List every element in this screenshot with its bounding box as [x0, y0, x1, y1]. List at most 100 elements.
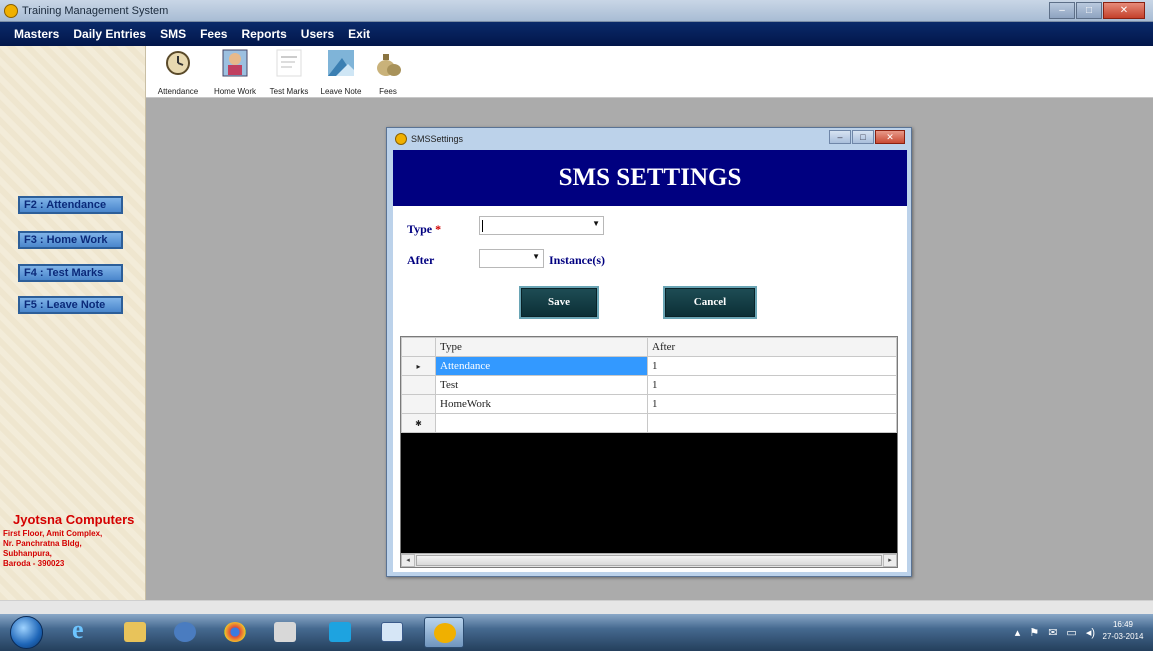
sms-settings-grid[interactable]: Type After ▸ Attendance 1 Test 1 HomeWor… — [400, 336, 898, 568]
action-center-icon[interactable]: ⚑ — [1029, 626, 1039, 639]
maximize-button[interactable]: □ — [1076, 2, 1102, 19]
toolbar: Attendance Home Work Test Marks Leave No… — [146, 46, 1153, 98]
notification-icon[interactable]: ✉ — [1048, 626, 1057, 639]
toolbar-home-work-button[interactable]: Home Work — [208, 48, 262, 96]
table-row[interactable]: Test 1 — [401, 375, 897, 395]
row-header — [401, 375, 436, 395]
type-label: Type * — [407, 222, 442, 236]
text-caret — [482, 220, 483, 232]
cell-type[interactable]: HomeWork — [435, 394, 648, 414]
shortcut-attendance[interactable]: F2 : Attendance — [18, 196, 123, 214]
menu-sms[interactable]: SMS — [160, 27, 186, 41]
cell-after[interactable]: 1 — [647, 394, 897, 414]
column-header-type[interactable]: Type — [435, 337, 648, 357]
clock-time: 16:49 — [1112, 620, 1134, 629]
dialog-close-button[interactable]: ✕ — [875, 130, 905, 144]
media-player-icon[interactable] — [165, 617, 205, 648]
row-header-corner — [401, 337, 436, 357]
sms-settings-dialog: SMSSettings – □ ✕ SMS SETTINGS Type * ▼ A… — [386, 127, 912, 577]
cell-type[interactable] — [435, 413, 648, 433]
dialog-body: SMS SETTINGS Type * ▼ After ▼ Instance(s)… — [393, 150, 907, 572]
dialog-maximize-button[interactable]: □ — [852, 130, 874, 144]
scrollbar-thumb[interactable] — [416, 555, 882, 566]
column-header-after[interactable]: After — [647, 337, 897, 357]
paint-icon[interactable] — [265, 617, 305, 648]
dialog-title-bar: SMSSettings – □ ✕ — [387, 128, 911, 150]
clock[interactable]: 16:49 27-03-2014 — [1101, 619, 1145, 643]
scroll-right-icon[interactable]: ▸ — [883, 554, 897, 567]
chrome-icon[interactable] — [215, 617, 255, 648]
dialog-window-controls: – □ ✕ — [828, 130, 905, 144]
start-button[interactable] — [10, 616, 43, 649]
training-app-icon[interactable] — [424, 617, 464, 648]
company-name: Jyotsna Computers — [13, 512, 135, 527]
menu-bar: Masters Daily Entries SMS Fees Reports U… — [0, 22, 1153, 46]
cell-after[interactable] — [647, 413, 897, 433]
dialog-minimize-button[interactable]: – — [829, 130, 851, 144]
app-title-bar: Training Management System – □ ✕ — [0, 0, 1153, 22]
notepad-icon[interactable] — [372, 617, 412, 648]
chevron-down-icon: ▼ — [532, 252, 540, 261]
window-controls: – □ ✕ — [1048, 2, 1145, 19]
table-row[interactable]: ▸ Attendance 1 — [401, 356, 897, 376]
save-button[interactable]: Save — [519, 286, 599, 319]
row-header — [401, 394, 436, 414]
cancel-button[interactable]: Cancel — [663, 286, 757, 319]
status-strip — [0, 600, 1153, 614]
internet-explorer-icon[interactable]: e — [62, 615, 102, 648]
toolbar-fees-button[interactable]: Fees — [368, 48, 408, 96]
company-address-line: First Floor, Amit Complex, — [3, 529, 103, 538]
menu-masters[interactable]: Masters — [14, 27, 59, 41]
money-bag-icon — [377, 54, 401, 76]
table-row[interactable]: HomeWork 1 — [401, 394, 897, 414]
type-combobox[interactable]: ▼ — [479, 216, 604, 235]
heading-banner: SMS SETTINGS — [393, 150, 907, 206]
network-icon[interactable]: ▭ — [1066, 626, 1076, 639]
clock-icon — [166, 51, 190, 75]
show-hidden-icons-icon[interactable]: ▴ — [1015, 626, 1021, 639]
company-address-line: Subhanpura, — [3, 549, 52, 558]
horizontal-scrollbar[interactable]: ◂ ▸ — [401, 553, 897, 567]
menu-daily-entries[interactable]: Daily Entries — [73, 27, 146, 41]
after-label: After — [407, 253, 435, 267]
note-icon — [328, 50, 354, 76]
toolbar-test-marks-button[interactable]: Test Marks — [264, 48, 314, 96]
file-explorer-icon[interactable] — [115, 617, 155, 648]
shortcut-home-work[interactable]: F3 : Home Work — [18, 231, 123, 249]
new-row[interactable]: ✱ — [401, 413, 897, 433]
app-title: Training Management System — [22, 5, 169, 17]
toolbar-attendance-button[interactable]: Attendance — [150, 48, 206, 96]
app-icon — [4, 4, 18, 18]
scroll-left-icon[interactable]: ◂ — [401, 554, 415, 567]
volume-icon[interactable]: ◂) — [1086, 626, 1095, 639]
system-tray: ▴ ⚑ ✉ ▭ ◂) — [1006, 626, 1095, 639]
cell-after[interactable]: 1 — [647, 356, 897, 376]
after-combobox[interactable]: ▼ — [479, 249, 544, 268]
company-address-line: Baroda - 390023 — [3, 559, 65, 568]
menu-users[interactable]: Users — [301, 27, 334, 41]
menu-fees[interactable]: Fees — [200, 27, 227, 41]
cell-type[interactable]: Attendance — [435, 356, 648, 376]
cell-after[interactable]: 1 — [647, 375, 897, 395]
left-panel: F2 : Attendance F3 : Home Work F4 : Test… — [0, 46, 146, 600]
chevron-down-icon: ▼ — [592, 219, 600, 228]
clock-date: 27-03-2014 — [1102, 632, 1144, 641]
taskbar: e ▴ ⚑ ✉ ▭ ◂) 16:49 27-03-2014 — [0, 614, 1153, 651]
shortcut-test-marks[interactable]: F4 : Test Marks — [18, 264, 123, 282]
menu-reports[interactable]: Reports — [241, 27, 286, 41]
company-address-line: Nr. Panchratna Bldg, — [3, 539, 82, 548]
shortcut-leave-note[interactable]: F5 : Leave Note — [18, 296, 123, 314]
current-row-indicator: ▸ — [401, 356, 436, 376]
grid-header-row: Type After — [401, 337, 897, 357]
skype-icon[interactable] — [320, 617, 360, 648]
toolbar-leave-note-button[interactable]: Leave Note — [316, 48, 366, 96]
menu-exit[interactable]: Exit — [348, 27, 370, 41]
required-mark: * — [435, 222, 442, 236]
dialog-title: SMSSettings — [411, 134, 464, 144]
close-button[interactable]: ✕ — [1103, 2, 1145, 19]
student-icon — [222, 49, 248, 77]
cell-type[interactable]: Test — [435, 375, 648, 395]
instances-label: Instance(s) — [549, 253, 605, 267]
document-icon — [276, 49, 302, 77]
minimize-button[interactable]: – — [1049, 2, 1075, 19]
